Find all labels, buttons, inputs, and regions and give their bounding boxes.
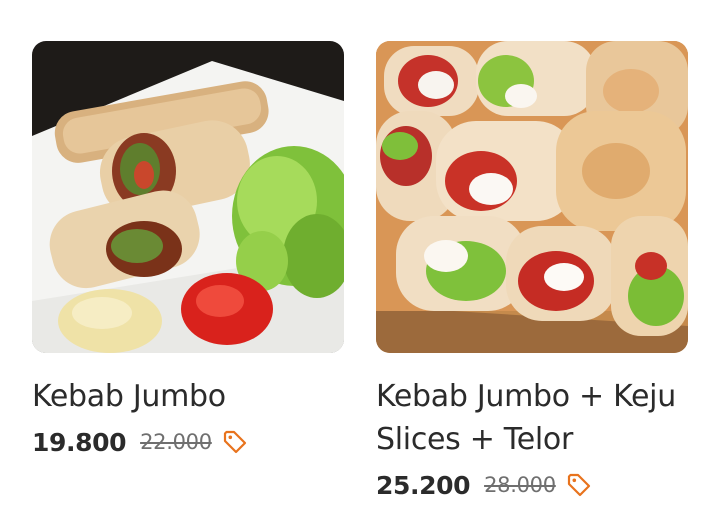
original-price: 28.000 <box>484 473 556 497</box>
product-image[interactable] <box>32 41 344 353</box>
kebab-board-photo <box>376 41 688 353</box>
price-row: 25.200 28.000 <box>376 470 688 500</box>
product-card-kebab-jumbo[interactable]: Kebab Jumbo 19.800 22.000 <box>32 41 344 457</box>
price-tag-icon <box>222 429 248 455</box>
product-grid: Kebab Jumbo 19.800 22.000 Kebab Jumbo + … <box>0 0 720 521</box>
price-tag-icon <box>566 472 592 498</box>
product-image[interactable] <box>376 41 688 353</box>
discounted-price: 25.200 <box>376 470 471 500</box>
product-name[interactable]: Kebab Jumbo + Keju Slices + Telor <box>376 375 688 461</box>
kebab-plate-photo <box>32 41 344 353</box>
product-card-kebab-jumbo-keju-telor[interactable]: Kebab Jumbo + Keju Slices + Telor 25.200… <box>376 41 688 500</box>
discounted-price: 19.800 <box>32 427 127 457</box>
price-row: 19.800 22.000 <box>32 427 344 457</box>
product-name[interactable]: Kebab Jumbo <box>32 375 344 418</box>
original-price: 22.000 <box>140 430 212 454</box>
